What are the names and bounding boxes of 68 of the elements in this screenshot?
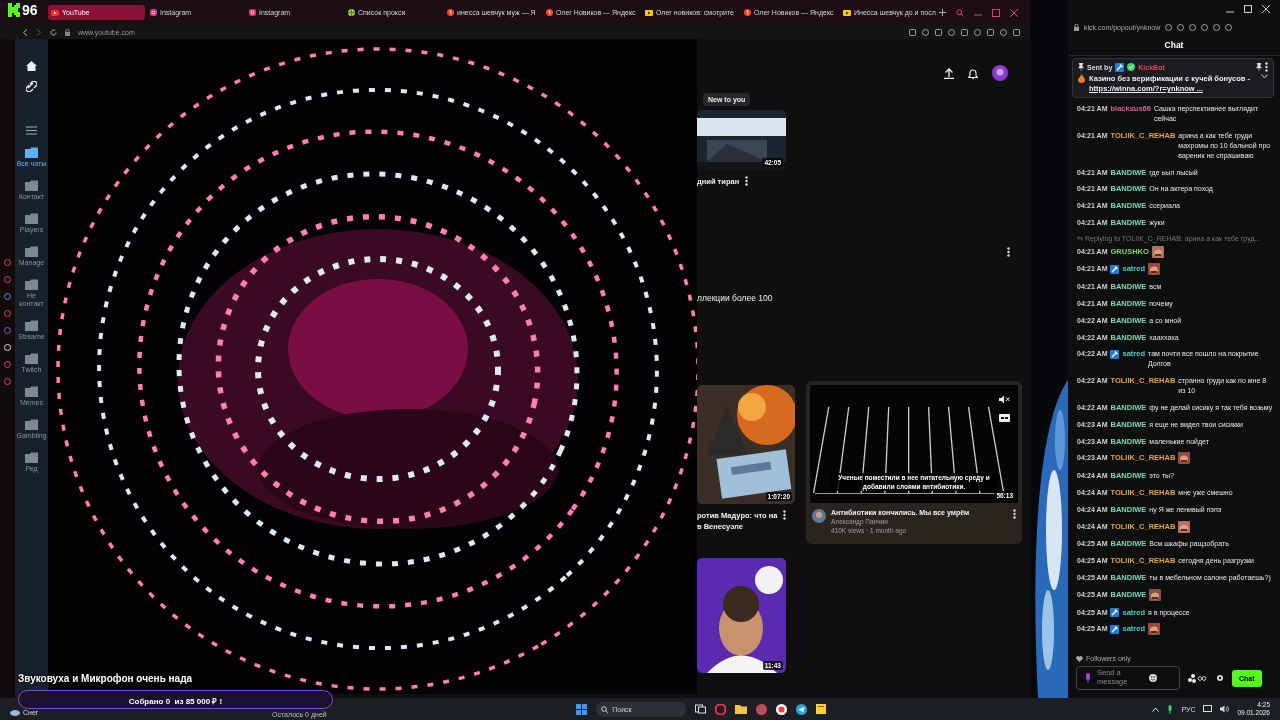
folder-icon[interactable]	[25, 419, 38, 430]
pin-icon[interactable]	[1256, 63, 1262, 71]
maximize-icon[interactable]	[1244, 5, 1252, 13]
opera-icon[interactable]	[715, 703, 727, 715]
goal-progress-bar: Собрано 0 из 85 000 ₽ !	[18, 690, 333, 709]
chevron-icon[interactable]	[1261, 74, 1268, 79]
viewer-count: 96	[22, 3, 38, 17]
video-icon	[645, 9, 653, 16]
network-icon[interactable]	[1203, 705, 1213, 713]
folder-icon[interactable]	[735, 704, 748, 714]
folder-icon[interactable]	[25, 320, 38, 331]
more-icon[interactable]	[1013, 509, 1016, 519]
channel-avatar[interactable]	[812, 509, 826, 523]
folder-icon[interactable]	[25, 452, 38, 463]
mic-icon[interactable]	[1167, 704, 1174, 714]
kick-logo-icon	[8, 3, 20, 17]
folder-icon[interactable]	[25, 386, 38, 397]
instagram-icon	[150, 9, 157, 16]
yandex-icon	[447, 9, 454, 16]
yandex-icon	[744, 9, 751, 16]
telegram-icon[interactable]	[796, 703, 808, 715]
mic-icon[interactable]	[1085, 673, 1091, 683]
more-icon[interactable]	[1007, 247, 1010, 257]
chat-title: Chat	[1068, 36, 1280, 56]
connections-icon[interactable]	[1188, 673, 1208, 683]
folder-icon[interactable]	[25, 180, 38, 191]
yandex-browser-icon[interactable]	[776, 703, 788, 715]
windows-icon[interactable]	[576, 703, 588, 715]
settings-icon[interactable]	[1216, 674, 1224, 682]
folder-icon[interactable]	[25, 246, 38, 257]
youtube-icon	[51, 9, 59, 16]
avatar[interactable]	[992, 65, 1008, 81]
back-icon[interactable]	[22, 28, 28, 36]
search-icon[interactable]	[956, 8, 964, 17]
upload-icon[interactable]	[944, 67, 954, 79]
globe-icon	[348, 9, 355, 16]
pin-icon	[1078, 63, 1084, 71]
task-view-icon[interactable]	[695, 704, 707, 714]
folder-icon[interactable]	[25, 213, 38, 224]
lock-icon	[1074, 23, 1079, 31]
lock-icon	[65, 28, 70, 36]
mute-icon[interactable]	[999, 395, 1010, 404]
link-icon[interactable]	[26, 81, 37, 92]
captions-icon[interactable]	[999, 414, 1010, 422]
bell-icon[interactable]	[968, 67, 978, 79]
folder-icon[interactable]	[25, 279, 38, 290]
section-text: ллекции более 100	[697, 293, 774, 303]
sword-badge-icon	[1115, 62, 1125, 72]
chrome-icon[interactable]	[756, 703, 768, 715]
more-icon[interactable]	[1265, 62, 1268, 72]
volume-icon[interactable]	[1220, 705, 1230, 713]
video-icon	[843, 9, 851, 16]
folder-icon[interactable]	[25, 147, 38, 158]
new-tab-icon[interactable]	[939, 9, 946, 16]
sticky-notes-icon[interactable]	[816, 704, 827, 714]
chevron-up-icon[interactable]	[1152, 706, 1160, 712]
more-icon[interactable]	[745, 176, 749, 186]
home-icon[interactable]	[26, 61, 37, 71]
verified-icon	[1127, 63, 1136, 71]
more-icon[interactable]	[783, 510, 787, 520]
search-icon	[601, 705, 609, 713]
reply-icon	[1077, 235, 1083, 241]
reload-icon[interactable]	[50, 28, 57, 36]
close-icon[interactable]	[1262, 5, 1270, 13]
instagram-icon	[249, 9, 256, 16]
emoji-icon[interactable]	[1149, 674, 1157, 682]
folder-icon[interactable]	[25, 353, 38, 364]
yandex-icon	[546, 9, 553, 16]
